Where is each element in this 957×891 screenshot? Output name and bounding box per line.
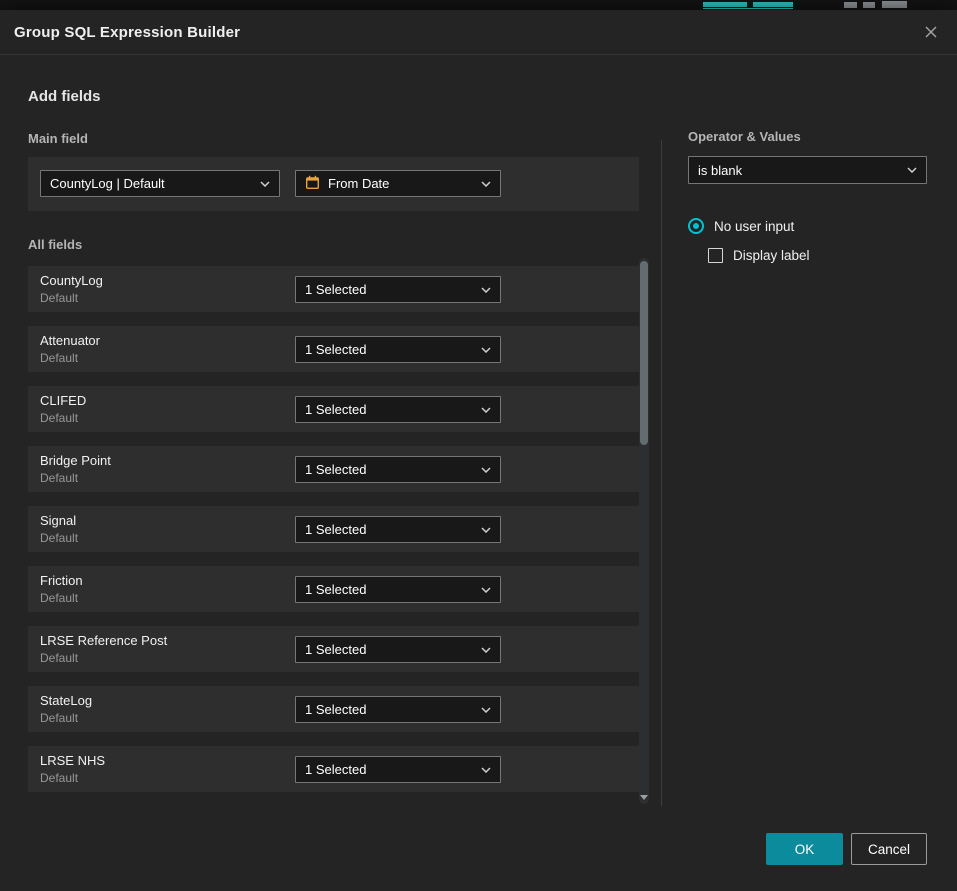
vertical-divider	[661, 140, 662, 806]
field-name: StateLog	[40, 693, 92, 708]
chevron-down-icon	[481, 407, 491, 413]
field-name: CLIFED	[40, 393, 86, 408]
field-sublabel: Default	[40, 471, 78, 485]
date-field-dropdown[interactable]: From Date	[295, 170, 501, 197]
all-fields-label: All fields	[28, 237, 82, 252]
chevron-down-icon	[481, 767, 491, 773]
app-background: { "colors": { "primary_button": "#0c8b9d…	[0, 0, 957, 891]
field-row: Signal Default 1 Selected	[28, 506, 639, 552]
scrollbar[interactable]	[639, 258, 649, 804]
operator-values-label: Operator & Values	[688, 129, 801, 144]
field-name: Attenuator	[40, 333, 100, 348]
field-selection-dropdown[interactable]: 1 Selected	[295, 696, 501, 723]
dialog-title: Group SQL Expression Builder	[14, 24, 240, 41]
field-row: LRSE Reference Post Default 1 Selected	[28, 626, 639, 672]
field-sublabel: Default	[40, 411, 78, 425]
field-selection-value: 1 Selected	[305, 762, 366, 777]
field-selection-value: 1 Selected	[305, 282, 366, 297]
field-selection-dropdown[interactable]: 1 Selected	[295, 516, 501, 543]
field-selection-dropdown[interactable]: 1 Selected	[295, 636, 501, 663]
obscured-app-link-fragment	[703, 2, 747, 7]
cancel-button[interactable]: Cancel	[851, 833, 927, 865]
obscured-app-icon-fragment	[844, 2, 857, 8]
radio-label: No user input	[714, 219, 794, 234]
field-selection-value: 1 Selected	[305, 402, 366, 417]
field-sublabel: Default	[40, 591, 78, 605]
field-row: Friction Default 1 Selected	[28, 566, 639, 612]
obscured-app-icon-fragment	[882, 1, 907, 8]
operator-dropdown-value: is blank	[698, 163, 742, 178]
chevron-down-icon	[481, 647, 491, 653]
field-row: StateLog Default 1 Selected	[28, 686, 639, 732]
close-icon[interactable]	[919, 22, 943, 42]
ok-button[interactable]: OK	[766, 833, 843, 865]
field-row: CLIFED Default 1 Selected	[28, 386, 639, 432]
field-selection-dropdown[interactable]: 1 Selected	[295, 756, 501, 783]
layer-dropdown[interactable]: CountyLog | Default	[40, 170, 280, 197]
field-name: Bridge Point	[40, 453, 111, 468]
field-name: Signal	[40, 513, 76, 528]
display-label-checkbox[interactable]: Display label	[708, 248, 810, 263]
obscured-app-link-underline	[703, 8, 793, 9]
field-selection-dropdown[interactable]: 1 Selected	[295, 396, 501, 423]
checkbox-unchecked-icon[interactable]	[708, 248, 723, 263]
chevron-down-icon	[481, 587, 491, 593]
field-sublabel: Default	[40, 651, 78, 665]
chevron-down-icon	[260, 181, 270, 187]
field-sublabel: Default	[40, 531, 78, 545]
field-sublabel: Default	[40, 291, 78, 305]
field-name: LRSE Reference Post	[40, 633, 167, 648]
chevron-down-icon	[481, 707, 491, 713]
chevron-down-icon	[481, 181, 491, 187]
field-selection-dropdown[interactable]: 1 Selected	[295, 576, 501, 603]
add-fields-heading: Add fields	[28, 88, 101, 105]
main-field-label: Main field	[28, 131, 88, 146]
radio-selected-icon[interactable]	[688, 218, 704, 234]
field-row: CountyLog Default 1 Selected	[28, 266, 639, 312]
field-name: Friction	[40, 573, 83, 588]
field-selection-value: 1 Selected	[305, 462, 366, 477]
scrollbar-down-arrow-icon[interactable]	[640, 795, 648, 800]
field-sublabel: Default	[40, 771, 78, 785]
obscured-app-icon-fragment	[863, 2, 875, 8]
chevron-down-icon	[481, 347, 491, 353]
obscured-app-link-fragment	[753, 2, 793, 7]
field-name: LRSE NHS	[40, 753, 105, 768]
field-row: Attenuator Default 1 Selected	[28, 326, 639, 372]
field-sublabel: Default	[40, 351, 78, 365]
date-field-dropdown-value: From Date	[328, 176, 389, 191]
group-sql-expression-builder-dialog: Group SQL Expression Builder Add fields …	[0, 10, 957, 891]
field-selection-value: 1 Selected	[305, 342, 366, 357]
main-field-panel: CountyLog | Default From Date	[28, 157, 639, 211]
chevron-down-icon	[481, 467, 491, 473]
layer-dropdown-value: CountyLog | Default	[50, 176, 165, 191]
field-row: Bridge Point Default 1 Selected	[28, 446, 639, 492]
field-selection-value: 1 Selected	[305, 702, 366, 717]
chevron-down-icon	[481, 527, 491, 533]
calendar-icon	[305, 175, 320, 193]
field-selection-dropdown[interactable]: 1 Selected	[295, 336, 501, 363]
field-selection-dropdown[interactable]: 1 Selected	[295, 456, 501, 483]
operator-dropdown[interactable]: is blank	[688, 156, 927, 184]
scrollbar-thumb[interactable]	[640, 261, 648, 445]
all-fields-list: CountyLog Default 1 Selected Attenuator …	[28, 266, 639, 806]
field-row: LRSE NHS Default 1 Selected	[28, 746, 639, 792]
field-sublabel: Default	[40, 711, 78, 725]
field-name: CountyLog	[40, 273, 103, 288]
checkbox-label: Display label	[733, 248, 810, 263]
field-selection-value: 1 Selected	[305, 642, 366, 657]
chevron-down-icon	[481, 287, 491, 293]
no-user-input-radio[interactable]: No user input	[688, 218, 794, 234]
field-selection-value: 1 Selected	[305, 582, 366, 597]
field-selection-dropdown[interactable]: 1 Selected	[295, 276, 501, 303]
dialog-titlebar: Group SQL Expression Builder	[0, 10, 957, 55]
chevron-down-icon	[907, 167, 917, 173]
field-selection-value: 1 Selected	[305, 522, 366, 537]
